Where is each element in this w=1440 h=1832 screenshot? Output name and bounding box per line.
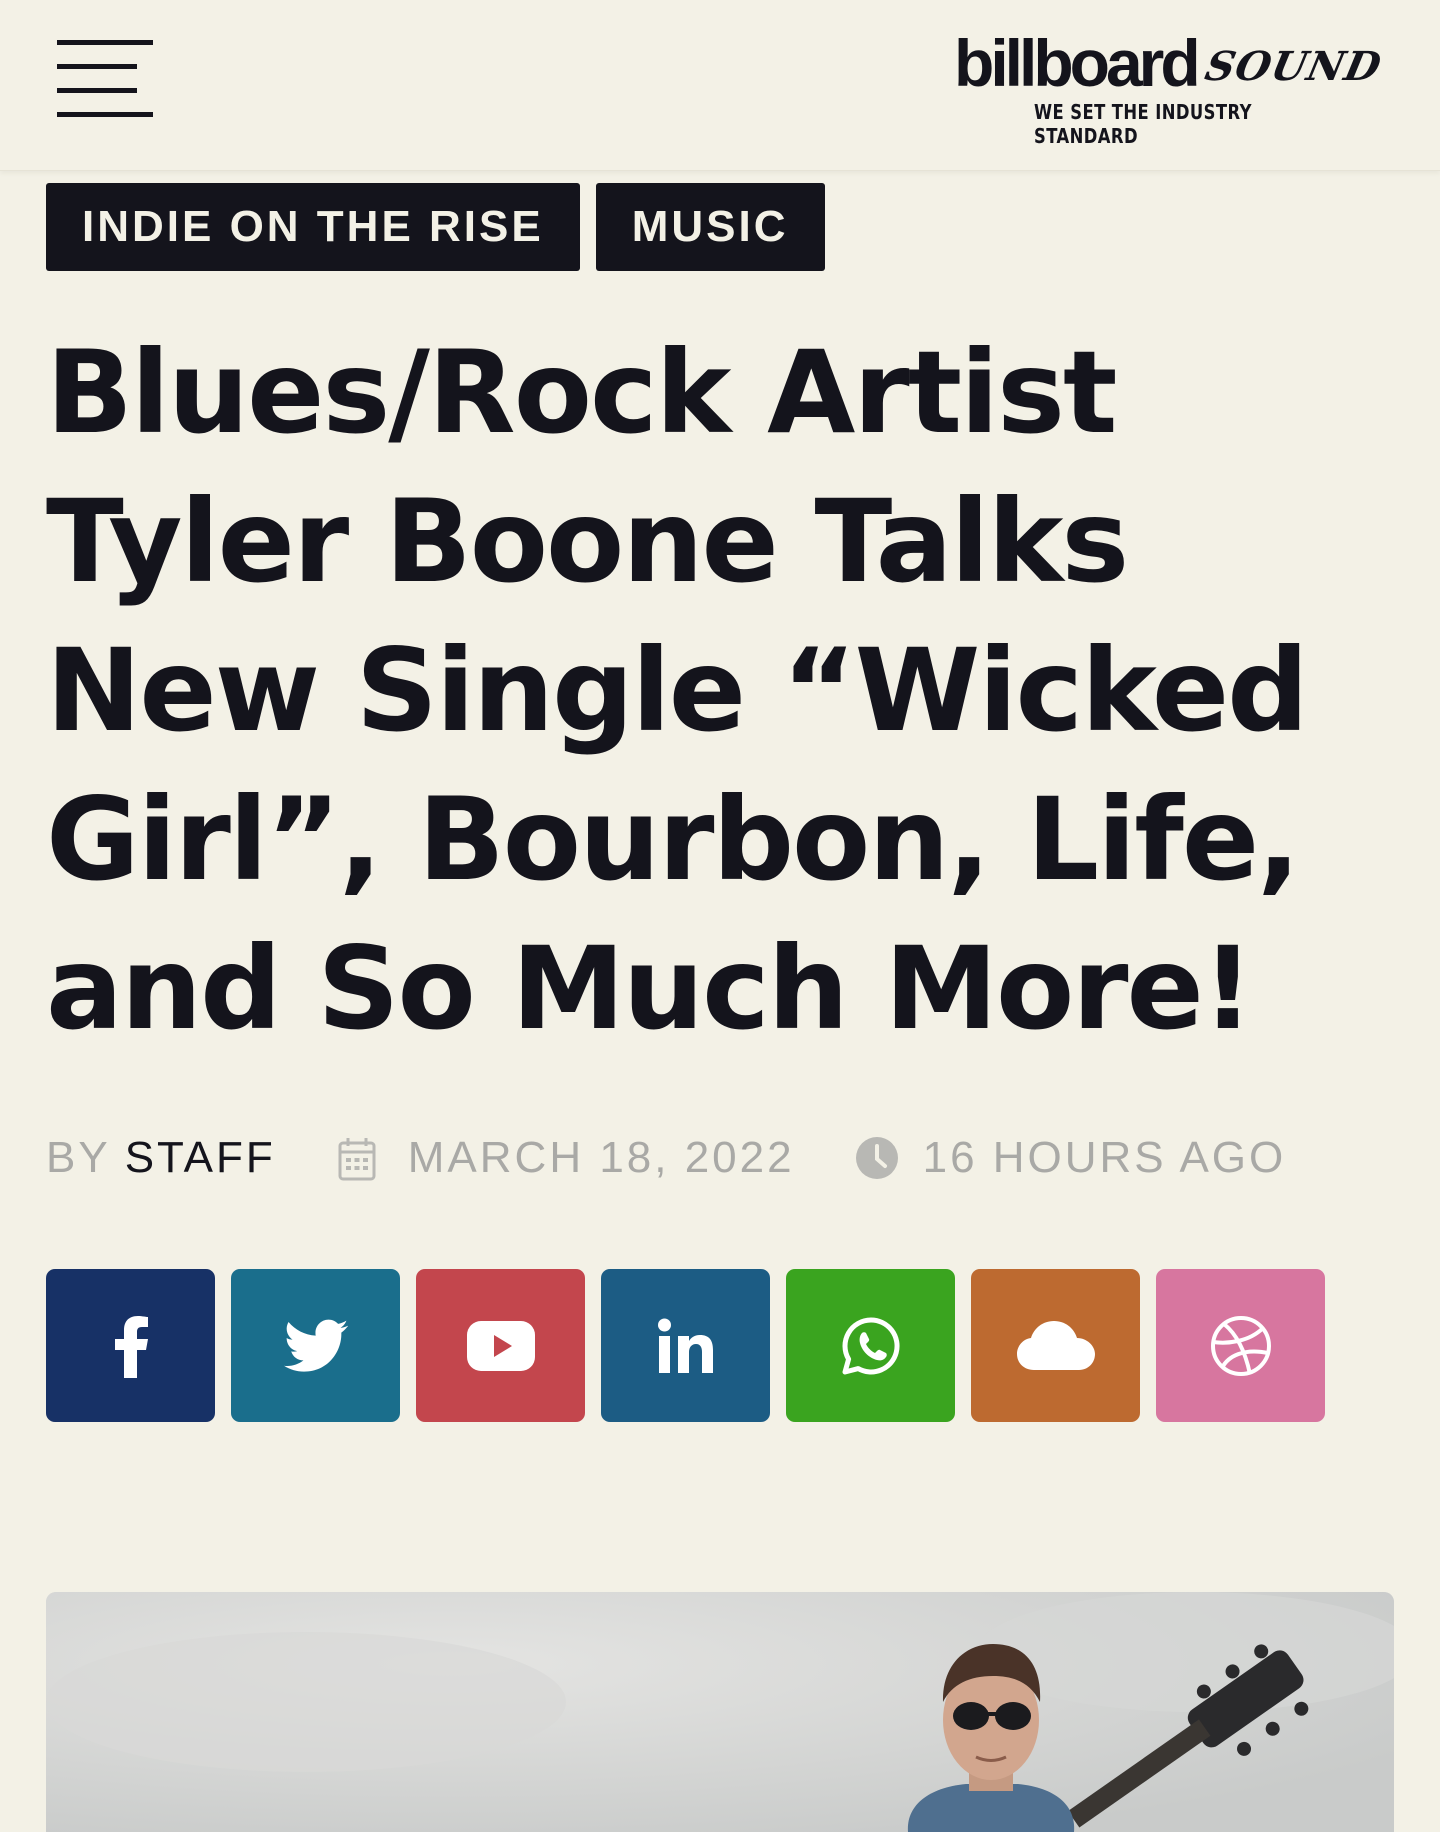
publish-date: MARCH 18, 2022 [407, 1133, 795, 1182]
site-header: billboard SOUND WE SET THE INDUSTRY STAN… [0, 0, 1440, 171]
soundcloud-share-button[interactable] [971, 1269, 1140, 1422]
article-meta: BY STAFF MARCH 18, 2022 16 HOURS AGO [46, 1128, 1286, 1188]
article-hero-image [46, 1592, 1394, 1832]
menu-icon[interactable] [57, 40, 153, 118]
logo-wordmark: billboard [954, 26, 1201, 100]
whatsapp-icon [841, 1316, 901, 1376]
author-link[interactable]: STAFF [125, 1133, 276, 1183]
whatsapp-share-button[interactable] [786, 1269, 955, 1422]
category-tags: INDIE ON THE RISE MUSIC [46, 183, 825, 271]
article-title: Blues/Rock Artist Tyler Boone Talks New … [46, 326, 1309, 1055]
social-share-bar [46, 1269, 1325, 1422]
byline-label: BY [46, 1133, 111, 1182]
cloud-icon [1016, 1320, 1096, 1372]
logo-script: SOUND [1201, 43, 1386, 90]
calendar-icon [338, 1137, 376, 1181]
linkedin-icon [657, 1318, 715, 1374]
hero-photo-placeholder [46, 1592, 1394, 1832]
dribbble-share-button[interactable] [1156, 1269, 1325, 1422]
category-tag-music[interactable]: MUSIC [595, 183, 825, 271]
relative-time: 16 HOURS AGO [922, 1133, 1287, 1182]
linkedin-share-button[interactable] [601, 1269, 770, 1422]
twitter-share-button[interactable] [231, 1269, 400, 1422]
youtube-share-button[interactable] [416, 1269, 585, 1422]
category-tag-indie-on-the-rise[interactable]: INDIE ON THE RISE [46, 183, 580, 271]
twitter-icon [283, 1319, 348, 1373]
facebook-share-button[interactable] [46, 1269, 215, 1422]
site-logo[interactable]: billboard SOUND WE SET THE INDUSTRY STAN… [954, 26, 1386, 148]
facebook-icon [111, 1314, 151, 1378]
clock-icon [855, 1136, 899, 1180]
youtube-icon [466, 1320, 535, 1371]
logo-tagline: WE SET THE INDUSTRY STANDARD [1034, 100, 1252, 148]
dribbble-icon [1210, 1315, 1272, 1377]
